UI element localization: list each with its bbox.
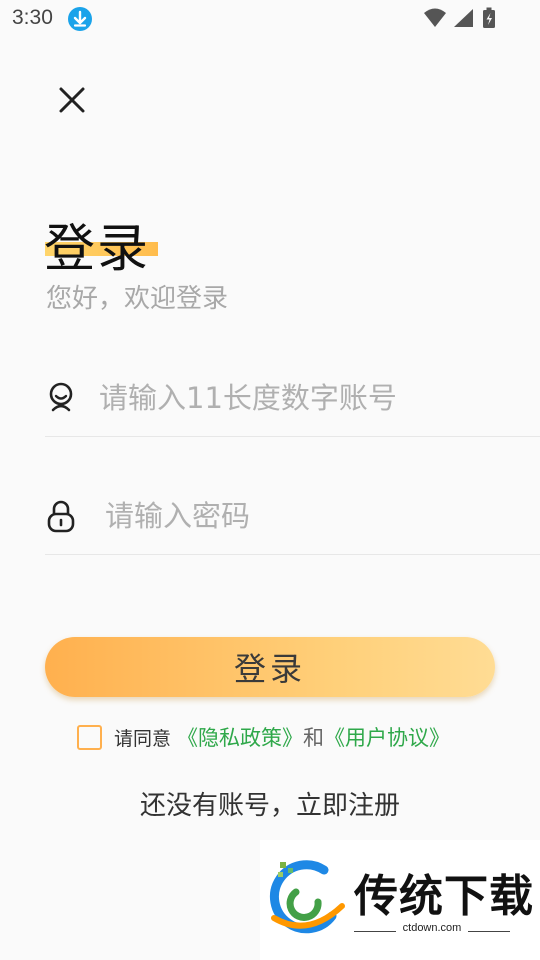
watermark-divider	[468, 931, 510, 932]
agreement-and: 和	[303, 726, 325, 750]
password-input[interactable]	[105, 492, 525, 540]
agreement-checkbox[interactable]	[77, 724, 102, 750]
watermark: 传统下载 ctdown.com	[260, 840, 540, 960]
agreement-row: 请同意 《隐私政策》 和 《用户协议》	[77, 723, 450, 751]
battery-icon	[483, 7, 495, 28]
page-title: 登录	[44, 220, 151, 280]
account-field	[45, 364, 540, 437]
user-icon	[45, 380, 77, 416]
status-bar: 3:30	[0, 0, 540, 40]
signal-icon	[454, 9, 473, 27]
close-icon	[59, 87, 85, 113]
close-button[interactable]	[52, 80, 92, 120]
watermark-name: 传统下载	[354, 871, 534, 922]
title-block: 登录	[44, 180, 158, 279]
privacy-policy-link[interactable]: 《隐私政策》	[177, 722, 303, 752]
register-link[interactable]: 还没有账号，立即注册	[0, 785, 540, 822]
user-agreement-link[interactable]: 《用户协议》	[324, 722, 450, 752]
login-button[interactable]: 登录	[45, 637, 495, 697]
account-input[interactable]	[99, 374, 519, 422]
wifi-icon	[424, 8, 446, 27]
status-icons	[422, 6, 502, 30]
status-time: 3:30	[12, 6, 53, 29]
welcome-subtitle: 您好，欢迎登录	[46, 284, 229, 314]
agreement-prefix: 请同意	[114, 727, 172, 750]
lock-icon	[45, 498, 77, 534]
download-icon	[68, 7, 92, 31]
watermark-logo-icon	[269, 860, 345, 934]
watermark-site: ctdown.com	[402, 922, 462, 934]
password-field	[45, 482, 540, 555]
